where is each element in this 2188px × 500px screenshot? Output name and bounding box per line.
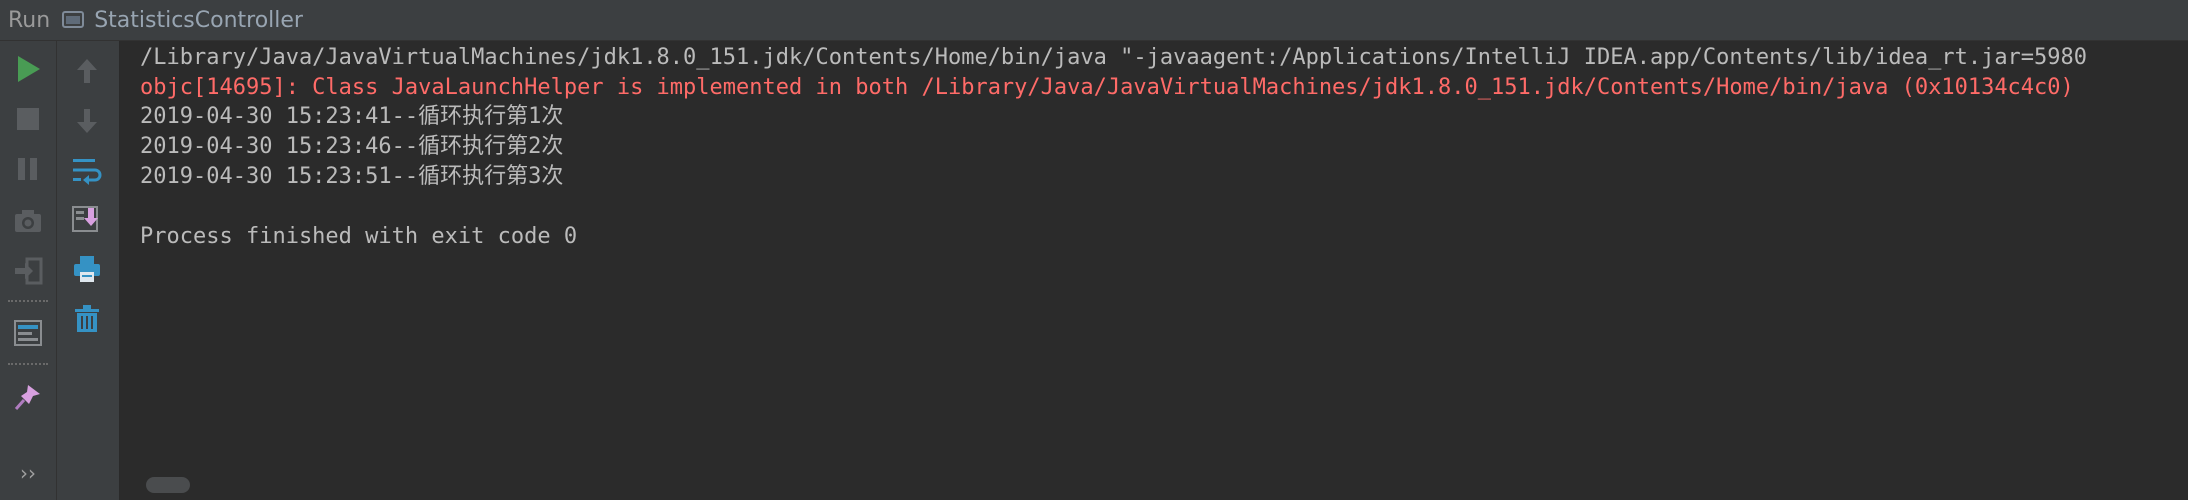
more-icon[interactable]: ›› xyxy=(6,451,50,495)
soft-wrap-icon[interactable] xyxy=(65,149,109,193)
down-arrow-icon[interactable] xyxy=(65,99,109,143)
camera-icon[interactable] xyxy=(6,199,50,243)
console-output[interactable]: /Library/Java/JavaVirtualMachines/jdk1.8… xyxy=(120,41,2188,500)
console-line-command: /Library/Java/JavaVirtualMachines/jdk1.8… xyxy=(140,45,2088,70)
console-toolbar xyxy=(57,41,120,500)
layout-icon[interactable] xyxy=(6,311,50,355)
console-line-log-3: 2019-04-30 15:23:51--循环执行第3次 xyxy=(140,164,564,189)
left-toolbar: ›› xyxy=(0,41,57,500)
run-label: Run xyxy=(8,7,51,33)
pause-icon[interactable] xyxy=(6,147,50,191)
tab-statistics-controller[interactable]: StatisticsController xyxy=(94,8,303,33)
console-line-exit-status: Process finished with exit code 0 xyxy=(140,224,578,249)
exit-icon[interactable] xyxy=(6,249,50,293)
horizontal-scrollbar-thumb[interactable] xyxy=(146,477,190,493)
toolbar-separator xyxy=(8,300,48,302)
scroll-to-end-icon[interactable] xyxy=(65,197,109,241)
console-line-error: objc[14695]: Class JavaLaunchHelper is i… xyxy=(140,75,2074,100)
run-tool-window: Run StatisticsController ›› /Library/Jav… xyxy=(0,0,2188,500)
toolbar-separator xyxy=(8,363,48,365)
run-title-bar: Run StatisticsController xyxy=(0,0,2188,41)
console-tab-icon xyxy=(62,10,85,30)
stop-icon[interactable] xyxy=(6,97,50,141)
console-line-log-1: 2019-04-30 15:23:41--循环执行第1次 xyxy=(140,104,564,129)
print-icon[interactable] xyxy=(65,247,109,291)
up-arrow-icon[interactable] xyxy=(65,49,109,93)
run-icon[interactable] xyxy=(6,47,50,91)
pin-icon[interactable] xyxy=(6,375,50,419)
console-line-log-2: 2019-04-30 15:23:46--循环执行第2次 xyxy=(140,134,564,159)
trash-icon[interactable] xyxy=(65,297,109,341)
